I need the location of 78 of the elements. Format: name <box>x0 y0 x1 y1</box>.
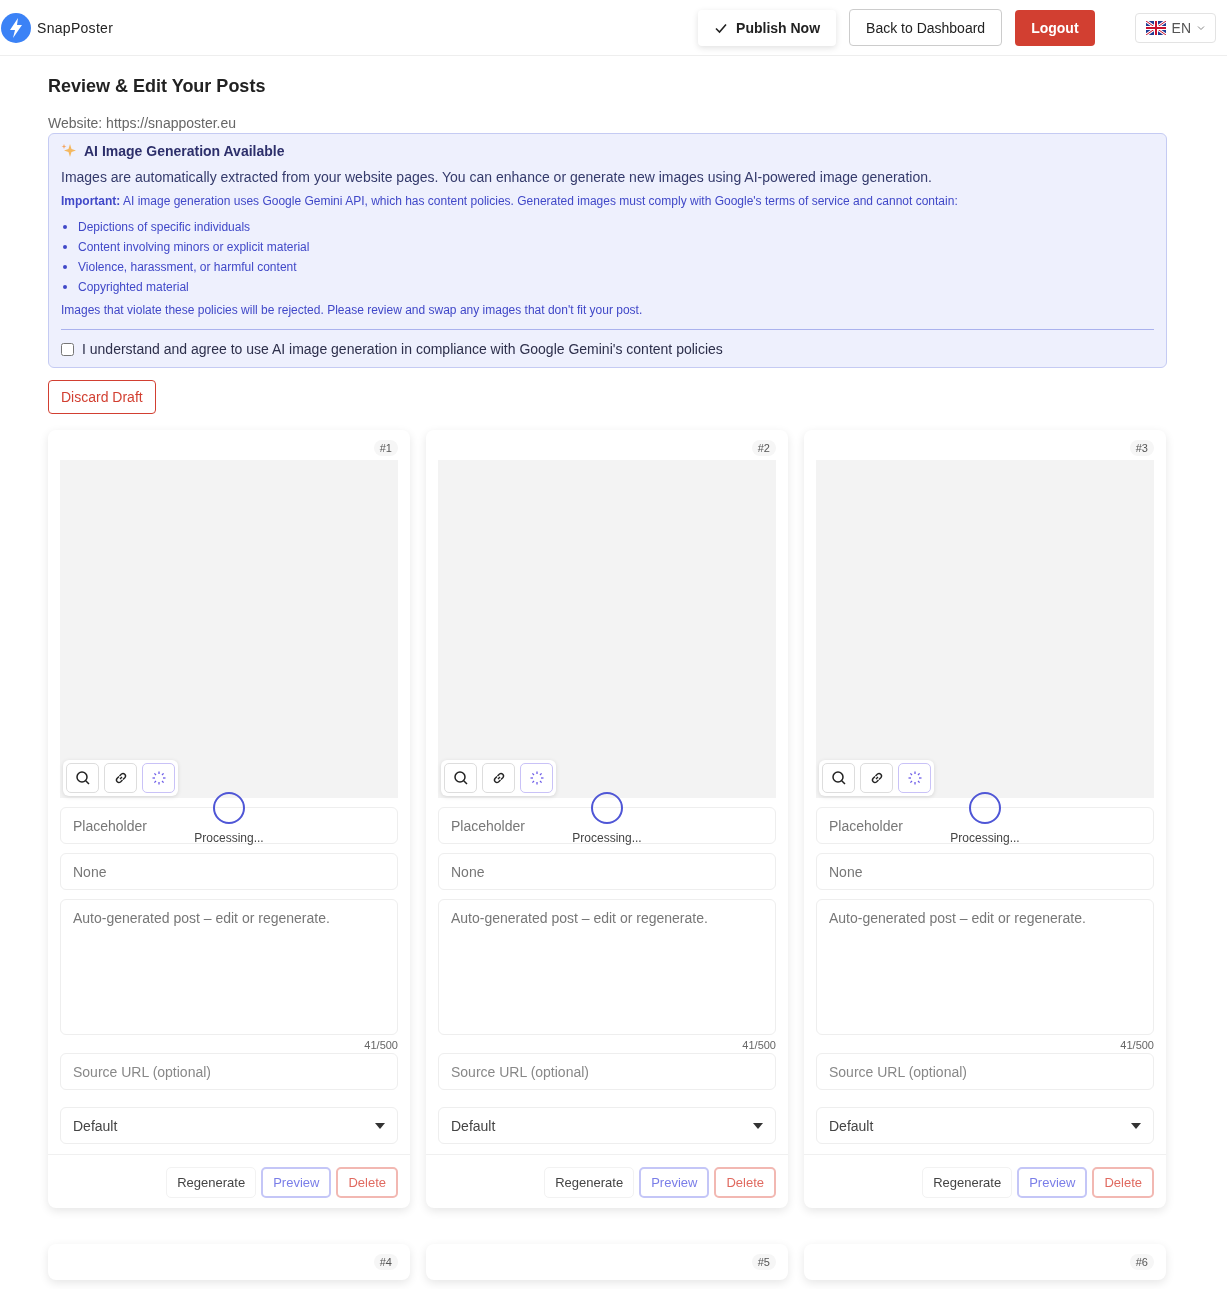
dropdown-arrow-icon <box>1131 1122 1141 1129</box>
brand-name: SnapPoster <box>37 19 114 36</box>
post-number: #1 <box>373 440 398 456</box>
post-action-button[interactable]: Delete <box>336 1167 398 1198</box>
post-text-area[interactable]: Auto-generated post – edit or regenerate. <box>816 899 1154 1035</box>
post-action-button[interactable]: Preview <box>1017 1167 1088 1198</box>
style-select[interactable]: Default <box>60 1107 398 1144</box>
post-action-button[interactable]: Regenerate <box>922 1167 1013 1198</box>
policy-item: Violence, harassment, or harmful content <box>61 257 1154 277</box>
bullet-icon <box>63 225 67 229</box>
character-counter: 41/500 <box>1120 1039 1154 1051</box>
policy-item: Depictions of specific individuals <box>61 217 1154 237</box>
post-action-button[interactable]: Delete <box>1092 1167 1154 1198</box>
post-action-button[interactable]: Delete <box>714 1167 776 1198</box>
notice-footer: Images that violate these policies will be rejected. Please review and swap any images that don't fit your post. <box>61 303 1154 317</box>
post-action-button[interactable]: Preview <box>639 1167 710 1198</box>
text-field[interactable]: None <box>438 853 776 890</box>
important-note: Important: AI image generation uses Google Gemini API, which has content policies. Generated images must comply with Google's terms of service and cannot contain: <box>61 194 959 208</box>
processing-label: Processing... <box>194 831 264 845</box>
post-text-area[interactable]: Auto-generated post – edit or regenerate. <box>438 899 776 1035</box>
ai-generate-button[interactable] <box>142 763 175 793</box>
style-select[interactable]: Default <box>816 1107 1154 1144</box>
logout-button[interactable]: Logout <box>1015 9 1095 46</box>
post-action-button[interactable]: Preview <box>261 1167 332 1198</box>
website-url: Website: https://snapposter.eu <box>48 115 238 131</box>
search-icon <box>830 770 847 786</box>
publish-button[interactable]: Publish Now <box>698 9 837 46</box>
search-button[interactable] <box>66 763 99 793</box>
loading-spinner-icon <box>150 770 167 786</box>
search-button[interactable] <box>822 763 855 793</box>
bullet-icon <box>63 265 67 269</box>
processing-label: Processing... <box>950 831 1020 845</box>
post-text-area[interactable]: Auto-generated post – edit or regenerate. <box>60 899 398 1035</box>
bullet-icon <box>63 245 67 249</box>
search-button[interactable] <box>444 763 477 793</box>
back-to-dashboard-button[interactable]: Back to Dashboard <box>849 9 1003 46</box>
flag-icon <box>1145 20 1166 35</box>
link-button[interactable] <box>482 763 515 793</box>
page-title: Review & Edit Your Posts <box>48 75 267 98</box>
loading-spinner-icon <box>906 770 923 786</box>
bullet-icon <box>63 285 67 289</box>
notice-title: AI Image Generation Available <box>84 143 285 159</box>
post-number: #6 <box>1129 1254 1154 1270</box>
post-number: #5 <box>751 1254 776 1270</box>
character-counter: 41/500 <box>364 1039 398 1051</box>
link-button[interactable] <box>104 763 137 793</box>
source-url-field[interactable]: Source URL (optional) <box>816 1053 1154 1090</box>
link-button[interactable] <box>860 763 893 793</box>
post-action-button[interactable]: Regenerate <box>166 1167 257 1198</box>
post-number: #2 <box>751 440 776 456</box>
consent-label: I understand and agree to use AI image generation in compliance with Google Gemini's content policies <box>82 341 723 357</box>
notice-intro: Images are automatically extracted from your website pages. You can enhance or generate new images using AI-powered image generation. <box>61 169 933 185</box>
consent-checkbox[interactable] <box>61 342 74 356</box>
dropdown-arrow-icon <box>375 1122 385 1129</box>
character-counter: 41/500 <box>742 1039 776 1051</box>
policy-item: Copyrighted material <box>61 277 1154 297</box>
loading-ring-icon <box>591 792 623 824</box>
loading-spinner-icon <box>528 770 545 786</box>
ai-generate-button[interactable] <box>520 763 553 793</box>
search-icon <box>452 770 469 786</box>
ai-generate-button[interactable] <box>898 763 931 793</box>
post-action-button[interactable]: Regenerate <box>544 1167 635 1198</box>
source-url-field[interactable]: Source URL (optional) <box>438 1053 776 1090</box>
post-number: #4 <box>373 1254 398 1270</box>
source-url-field[interactable]: Source URL (optional) <box>60 1053 398 1090</box>
processing-label: Processing... <box>572 831 642 845</box>
text-field[interactable]: None <box>60 853 398 890</box>
policy-item: Content involving minors or explicit material <box>61 237 1154 257</box>
language-selector[interactable]: EN <box>1134 12 1216 43</box>
post-number: #3 <box>1129 440 1154 456</box>
loading-ring-icon <box>213 792 245 824</box>
search-icon <box>74 770 91 786</box>
discard-draft-button[interactable]: Discard Draft <box>48 380 156 414</box>
text-field[interactable]: None <box>816 853 1154 890</box>
chevron-down-icon <box>1197 24 1205 31</box>
style-select[interactable]: Default <box>438 1107 776 1144</box>
loading-ring-icon <box>969 792 1001 824</box>
dropdown-arrow-icon <box>753 1122 763 1129</box>
